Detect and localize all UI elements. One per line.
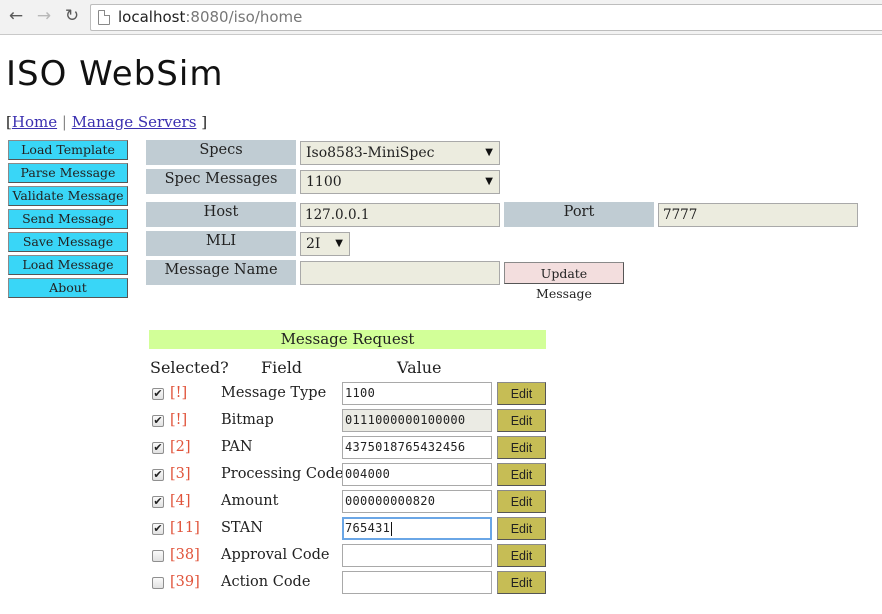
url-text[interactable]: localhost:8080/iso/home: [118, 8, 302, 26]
about-button[interactable]: About: [8, 278, 128, 298]
field-value-input[interactable]: 0111000000100000: [342, 409, 492, 432]
field-name: STAN: [221, 520, 263, 536]
mli-select[interactable]: 2I ▼: [300, 232, 350, 256]
select-checkbox[interactable]: ✔: [152, 523, 164, 535]
edit-button[interactable]: Edit: [497, 382, 546, 405]
edit-button[interactable]: Edit: [497, 409, 546, 432]
edit-button[interactable]: Edit: [497, 571, 546, 594]
field-name: Approval Code: [221, 547, 330, 563]
select-checkbox[interactable]: [152, 577, 164, 589]
table-row: ✔ [11] STAN 765431 Edit: [150, 517, 550, 544]
spec-messages-label: Spec Messages: [146, 169, 296, 194]
field-id: [2]: [170, 439, 191, 455]
address-bar[interactable]: localhost:8080/iso/home: [90, 4, 882, 31]
field-name: PAN: [221, 439, 253, 455]
page-icon: [98, 10, 110, 25]
field-value-input[interactable]: [342, 571, 492, 594]
edit-button[interactable]: Edit: [497, 517, 546, 540]
update-message-button[interactable]: Update Message: [504, 262, 624, 301]
field-name: Message Type: [221, 385, 327, 401]
spec-messages-select[interactable]: 1100 ▼: [300, 170, 500, 194]
table-row: ✔ [3] Processing Code 004000 Edit: [150, 463, 550, 490]
manage-servers-link[interactable]: Manage Servers: [72, 113, 197, 131]
field-value-input[interactable]: 4375018765432456: [342, 436, 492, 459]
breadcrumb-close-bracket: ]: [201, 113, 208, 131]
host-label: Host: [146, 202, 296, 227]
specs-select-value: Iso8583-MiniSpec: [306, 145, 435, 161]
dropdown-arrow-icon: ▼: [485, 147, 493, 158]
load-template-button[interactable]: Load Template: [8, 140, 128, 160]
select-checkbox[interactable]: ✔: [152, 496, 164, 508]
table-row: [38] Approval Code Edit: [150, 544, 550, 571]
table-row: [39] Action Code Edit: [150, 571, 550, 598]
load-message-button[interactable]: Load Message: [8, 255, 128, 275]
table-row: ✔ [2] PAN 4375018765432456 Edit: [150, 436, 550, 463]
table-row: ✔ [!] Bitmap 0111000000100000 Edit: [150, 409, 550, 436]
field-value-input[interactable]: 000000000820: [342, 490, 492, 513]
edit-button[interactable]: Edit: [497, 544, 546, 567]
select-checkbox[interactable]: [152, 550, 164, 562]
text-caret: [391, 521, 393, 536]
send-message-button[interactable]: Send Message: [8, 209, 128, 229]
breadcrumb: [Home | Manage Servers ]: [6, 113, 207, 131]
select-checkbox[interactable]: ✔: [152, 415, 164, 427]
mli-select-value: 2I: [306, 236, 321, 252]
column-value-header: Value: [397, 358, 442, 377]
back-arrow-icon[interactable]: ←: [5, 5, 27, 27]
select-checkbox[interactable]: ✔: [152, 469, 164, 481]
edit-button[interactable]: Edit: [497, 436, 546, 459]
specs-label: Specs: [146, 140, 296, 165]
field-name: Bitmap: [221, 412, 274, 428]
field-id: [11]: [170, 520, 200, 536]
select-checkbox[interactable]: ✔: [152, 388, 164, 400]
browser-toolbar: ← → ↻ localhost:8080/iso/home: [0, 0, 882, 35]
field-value-input[interactable]: 004000: [342, 463, 492, 486]
select-checkbox[interactable]: ✔: [152, 442, 164, 454]
field-id: [!]: [170, 412, 188, 428]
field-name: Processing Code: [221, 466, 344, 482]
forward-arrow-icon[interactable]: →: [33, 5, 55, 27]
field-value-input[interactable]: 1100: [342, 382, 492, 405]
edit-button[interactable]: Edit: [497, 463, 546, 486]
field-id: [3]: [170, 466, 191, 482]
table-row: ✔ [4] Amount 000000000820 Edit: [150, 490, 550, 517]
parse-message-button[interactable]: Parse Message: [8, 163, 128, 183]
field-value-input[interactable]: [342, 544, 492, 567]
spec-messages-select-value: 1100: [306, 174, 342, 190]
mli-label: MLI: [146, 231, 296, 256]
message-request-header: Message Request: [149, 330, 546, 349]
message-name-label: Message Name: [146, 260, 296, 285]
field-name: Amount: [221, 493, 279, 509]
field-name: Action Code: [221, 574, 311, 590]
home-link[interactable]: Home: [12, 113, 57, 131]
site-title: ISO WebSim: [6, 54, 224, 94]
table-row: ✔ [!] Message Type 1100 Edit: [150, 382, 550, 409]
specs-select[interactable]: Iso8583-MiniSpec ▼: [300, 141, 500, 165]
field-id: [4]: [170, 493, 191, 509]
port-label: Port: [504, 202, 654, 227]
save-message-button[interactable]: Save Message: [8, 232, 128, 252]
breadcrumb-separator: |: [61, 113, 67, 131]
dropdown-arrow-icon: ▼: [485, 176, 493, 187]
column-field-header: Field: [261, 358, 303, 377]
field-id: [!]: [170, 385, 188, 401]
field-id: [39]: [170, 574, 200, 590]
validate-message-button[interactable]: Validate Message: [8, 186, 128, 206]
message-name-input[interactable]: [300, 261, 500, 285]
column-selected-header: Selected?: [150, 358, 229, 377]
port-input[interactable]: 7777: [658, 203, 858, 227]
edit-button[interactable]: Edit: [497, 490, 546, 513]
host-input[interactable]: 127.0.0.1: [300, 203, 500, 227]
sidebar-menu: Load Template Parse Message Validate Mes…: [8, 140, 128, 301]
field-id: [38]: [170, 547, 200, 563]
field-value-input[interactable]: 765431: [342, 517, 492, 540]
dropdown-arrow-icon: ▼: [335, 238, 343, 249]
reload-icon[interactable]: ↻: [61, 5, 83, 27]
field-value-text: 765431: [345, 521, 391, 535]
